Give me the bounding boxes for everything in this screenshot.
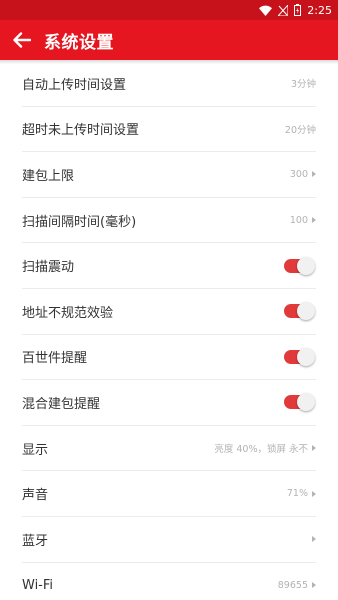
settings-row-value: 亮度 40%，锁屏 永不 xyxy=(214,444,308,456)
settings-row-label: 扫描间隔时间(毫秒) xyxy=(22,214,137,230)
settings-row[interactable]: 混合建包提醒 xyxy=(22,380,316,426)
chevron-right-icon xyxy=(312,445,316,452)
settings-row-control xyxy=(284,393,316,412)
settings-list: 自动上传时间设置 3分钟超时未上传时间设置 20分钟建包上限 300 扫描间隔时间(毫秒… xyxy=(0,61,338,600)
settings-row-value: 89655 xyxy=(277,579,308,591)
toggle-knob xyxy=(297,393,315,412)
page-title: 系统设置 xyxy=(44,32,114,53)
toggle-switch[interactable] xyxy=(284,302,315,321)
settings-row-control: 71% xyxy=(287,488,316,499)
settings-row-label: Wi-Fi xyxy=(22,577,54,593)
signal-off-icon xyxy=(278,4,289,16)
status-time: 2:25 xyxy=(307,3,332,17)
chevron-right-icon xyxy=(312,217,316,224)
chevron-right-icon xyxy=(312,171,316,178)
settings-row[interactable]: 声音 71% xyxy=(22,471,316,517)
settings-row[interactable]: 扫描震动 xyxy=(22,243,316,289)
settings-row-control xyxy=(284,302,316,321)
settings-row[interactable]: Wi-Fi 89655 xyxy=(22,563,316,600)
settings-row-value: 100 xyxy=(289,214,308,226)
back-button[interactable] xyxy=(2,20,42,60)
settings-row-control xyxy=(284,347,316,366)
settings-row-control: 300 xyxy=(290,169,316,180)
app-bar: 系统设置 xyxy=(0,20,338,60)
settings-row[interactable]: 超时未上传时间设置 20分钟 xyxy=(22,107,316,153)
settings-row[interactable]: 蓝牙 xyxy=(22,517,316,563)
settings-row[interactable]: 百世件提醒 xyxy=(22,335,316,381)
settings-row-label: 地址不规范效验 xyxy=(22,305,114,321)
settings-row-label: 声音 xyxy=(22,488,49,504)
settings-row-label: 百世件提醒 xyxy=(22,351,88,367)
status-bar: 2:25 xyxy=(0,0,338,20)
settings-row[interactable]: 扫描间隔时间(毫秒) 100 xyxy=(22,198,316,244)
settings-row[interactable]: 显示 亮度 40%，锁屏 永不 xyxy=(22,426,316,472)
settings-row-label: 扫描震动 xyxy=(22,260,75,276)
settings-row[interactable]: 建包上限 300 xyxy=(22,152,316,198)
chevron-right-icon xyxy=(312,490,316,497)
toggle-switch[interactable] xyxy=(284,347,315,366)
toggle-switch[interactable] xyxy=(284,393,315,412)
settings-row-value: 20分钟 xyxy=(284,124,316,136)
settings-row-label: 建包上限 xyxy=(22,168,75,184)
settings-row-control: 20分钟 xyxy=(285,122,316,136)
chevron-right-icon xyxy=(312,582,316,589)
settings-row-control: 89655 xyxy=(278,580,316,591)
settings-row[interactable]: 地址不规范效验 xyxy=(22,289,316,335)
settings-row-value: 3分钟 xyxy=(290,79,316,91)
toggle-switch[interactable] xyxy=(284,256,315,275)
wifi-icon xyxy=(259,5,273,16)
settings-row-control: 亮度 40%，锁屏 永不 xyxy=(214,441,316,455)
settings-row-control xyxy=(284,256,316,275)
chevron-right-icon xyxy=(312,536,316,543)
settings-row-control: 100 xyxy=(290,215,316,226)
settings-row-control: 3分钟 xyxy=(291,76,316,90)
settings-row-label: 蓝牙 xyxy=(22,533,49,549)
toggle-knob xyxy=(297,347,315,366)
toggle-knob xyxy=(297,256,315,275)
arrow-left-icon xyxy=(13,32,31,48)
settings-row[interactable]: 自动上传时间设置 3分钟 xyxy=(22,61,316,107)
settings-row-value: 71% xyxy=(286,488,308,500)
settings-row-label: 混合建包提醒 xyxy=(22,396,101,412)
battery-icon xyxy=(294,4,302,16)
settings-row-control xyxy=(308,536,316,543)
settings-row-label: 超时未上传时间设置 xyxy=(22,123,140,139)
settings-row-label: 显示 xyxy=(22,442,49,458)
settings-row-value: 300 xyxy=(289,168,308,180)
toggle-knob xyxy=(297,302,315,321)
settings-row-label: 自动上传时间设置 xyxy=(22,77,127,93)
